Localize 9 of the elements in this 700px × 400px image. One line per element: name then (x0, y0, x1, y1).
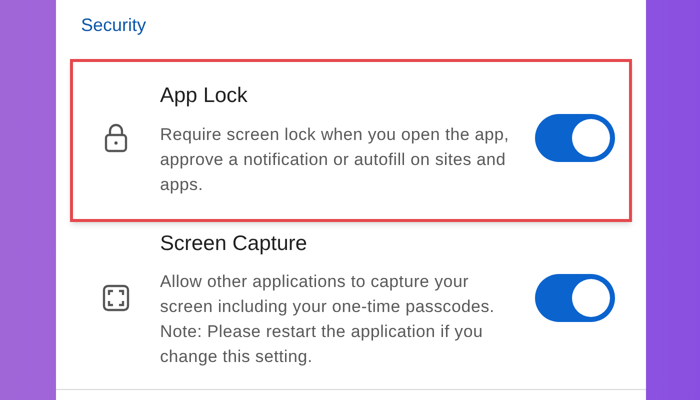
toggle-switch[interactable] (535, 114, 615, 162)
lock-icon (104, 123, 128, 154)
screen-capture-icon (102, 284, 130, 312)
setting-title: App Lock (160, 83, 249, 109)
section-heading: Security (80, 14, 148, 37)
setting-description: Allow other applications to capture your screen including your one-time passcodes. Note: Please restart the application if you change this setting. (160, 271, 496, 368)
setting-description: Require screen lock when you open the app, approve a notification or autofill on sites and apps. (160, 124, 510, 196)
setting-title: Screen Capture (160, 230, 308, 256)
toggle-switch[interactable] (535, 274, 615, 322)
